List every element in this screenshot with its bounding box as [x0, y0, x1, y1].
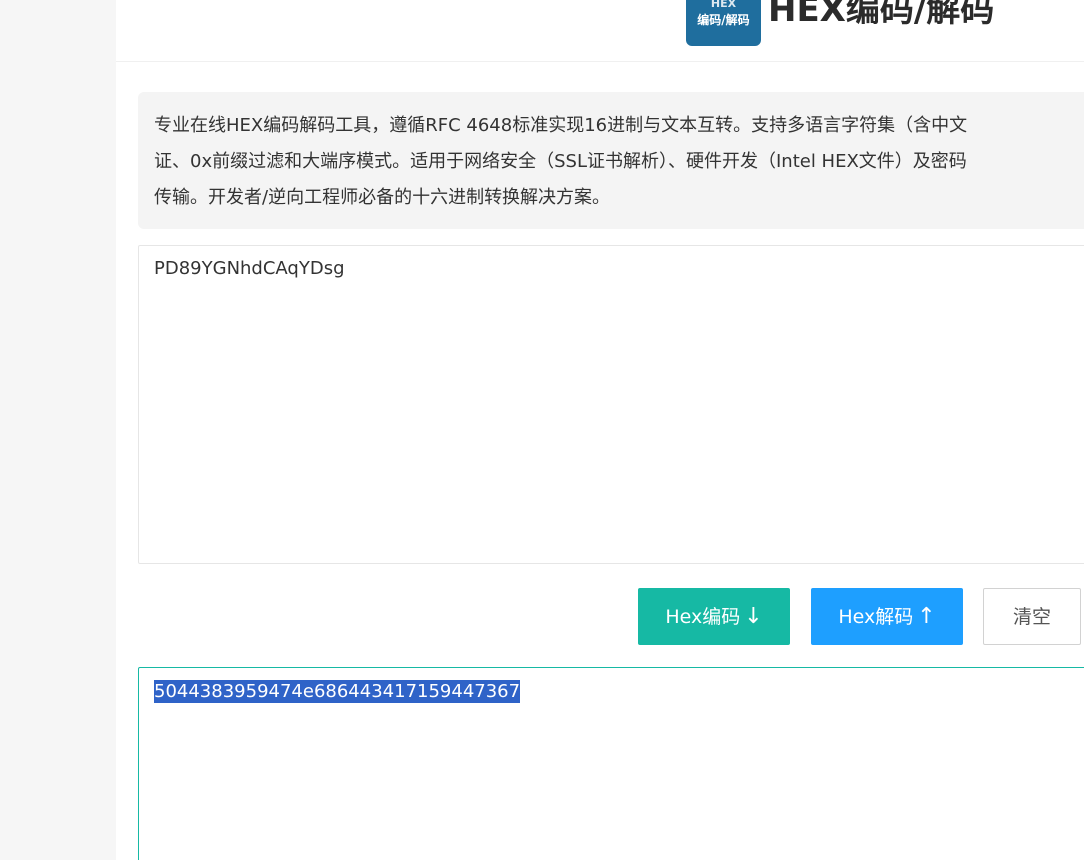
- header: HEX 编码/解码 HEX编码/解码: [116, 0, 1084, 62]
- hex-encode-button[interactable]: Hex编码 ↓: [638, 588, 790, 645]
- logo-text-top: HEX: [710, 0, 737, 10]
- description-line: 传输。开发者/逆向工程师必备的十六进制转换解决方案。: [154, 187, 611, 208]
- main-panel: HEX 编码/解码 HEX编码/解码 专业在线HEX编码解码工具，遵循RFC 4…: [116, 0, 1084, 860]
- page-title: HEX编码/解码: [768, 0, 995, 30]
- description-line: 专业在线HEX编码解码工具，遵循RFC 4648标准实现16进制与文本互转。支持…: [154, 115, 968, 136]
- clear-button[interactable]: 清空: [983, 588, 1081, 645]
- logo-text-bottom: 编码/解码: [697, 13, 750, 27]
- arrow-down-icon: ↓: [744, 604, 763, 629]
- hex-output-area[interactable]: 5044383959474e686443417159447367: [138, 667, 1084, 860]
- clear-label: 清空: [1012, 606, 1051, 628]
- text-input-area[interactable]: PD89YGNhdCAqYDsg: [138, 245, 1084, 564]
- tool-description: 专业在线HEX编码解码工具，遵循RFC 4648标准实现16进制与文本互转。支持…: [138, 92, 1084, 229]
- description-line: 证、0x前缀过滤和大端序模式。适用于网络安全（SSL证书解析）、硬件开发（Int…: [154, 151, 967, 172]
- arrow-up-icon: ↑: [917, 604, 936, 629]
- left-gutter: [0, 0, 116, 860]
- app-logo: HEX 编码/解码: [686, 0, 761, 46]
- hex-decode-label: Hex解码: [838, 606, 914, 628]
- output-text[interactable]: 5044383959474e686443417159447367: [154, 680, 521, 703]
- hex-decode-button[interactable]: Hex解码 ↑: [811, 588, 963, 645]
- hex-encode-label: Hex编码: [665, 606, 741, 628]
- input-text[interactable]: PD89YGNhdCAqYDsg: [154, 258, 345, 279]
